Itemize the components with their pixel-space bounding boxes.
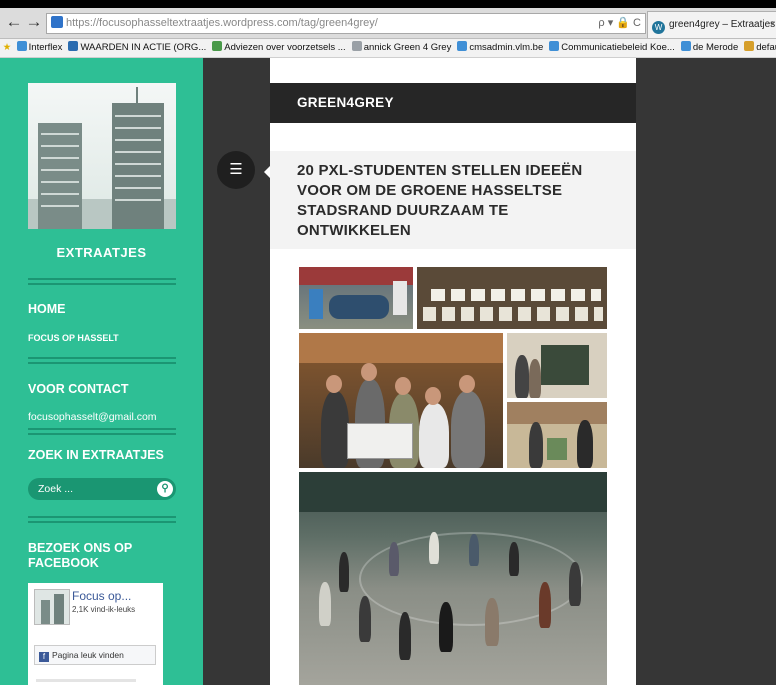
site-title[interactable]: EXTRAATJES [0, 245, 203, 260]
header-image[interactable] [28, 83, 176, 229]
bookmark-favicon-icon [744, 41, 755, 51]
browser-tab[interactable]: Wgreen4grey – Extraatjes × [647, 11, 776, 38]
address-row: ← → https://focusophasseltextraatjes.wor… [0, 8, 776, 39]
bookmark-favicon-icon [68, 41, 79, 51]
bookmark-favicon-icon [549, 41, 560, 51]
menu-item-focus-op-hasselt[interactable]: FOCUS OP HASSELT [28, 333, 119, 343]
url-host: https://focusophasseltextraatjes.wordpre… [66, 17, 298, 29]
contact-heading: VOOR CONTACT [28, 382, 129, 396]
facebook-likes: 2,1K vind-ik-leuks [72, 605, 136, 614]
antenna [136, 87, 138, 103]
search-icon[interactable]: ⚲ [157, 481, 173, 497]
bookmark-favicon-icon [457, 41, 468, 51]
star-icon[interactable]: ★ [0, 39, 14, 57]
bookmark-label: default [756, 42, 776, 53]
gallery-photo-6[interactable] [299, 472, 607, 685]
window-titlebar [0, 0, 776, 8]
menu-item-home[interactable]: HOME [28, 302, 188, 316]
gallery-photo-4[interactable] [507, 333, 607, 398]
address-bar[interactable]: https://focusophasseltextraatjes.wordpre… [46, 13, 646, 34]
contact-email[interactable]: focusophasselt@gmail.com [28, 411, 157, 423]
bookmark-item[interactable]: WAARDEN IN ACTIE (ORG... [68, 39, 206, 57]
search-heading: ZOEK IN EXTRAATJES [28, 448, 164, 462]
bookmark-label: Adviezen over voorzetsels ... [224, 42, 346, 53]
address-tools[interactable]: ρ ▾ 🔒 C [598, 14, 641, 33]
bookmark-label: WAARDEN IN ACTIE (ORG... [80, 42, 207, 53]
url-path: /tag/green4grey/ [297, 17, 378, 29]
facebook-icon: f [39, 652, 49, 662]
facebook-page-thumbnail[interactable] [34, 589, 70, 625]
archive-header: GREEN4GREY [270, 83, 636, 123]
archive-title: GREEN4GREY [297, 95, 394, 110]
facebook-page-name[interactable]: Focus op... [72, 589, 131, 603]
gallery-photo-5[interactable] [507, 402, 607, 468]
tab-title: green4grey – Extraatjes [669, 19, 776, 30]
post-header: 20 PXL-STUDENTEN STELLEN IDEEËN VOOR OM … [270, 151, 636, 249]
bookmark-favicon-icon [351, 41, 362, 51]
right-dark-band [636, 58, 776, 685]
tab-close-icon[interactable]: × [770, 12, 776, 37]
gallery-photo-1[interactable] [299, 267, 413, 329]
bookmark-item[interactable]: cmsadmin.vlm.be [457, 39, 543, 57]
bookmark-item[interactable]: annick Green 4 Grey [351, 39, 452, 57]
site-favicon-icon [51, 16, 63, 28]
bookmark-label: de Merode [692, 42, 739, 53]
bookmark-label: Interflex [28, 42, 63, 53]
facebook-like-label: Pagina leuk vinden [52, 650, 124, 660]
bookmark-item[interactable]: Communicatiebeleid Koe... [549, 39, 675, 57]
facebook-heading: BEZOEK ONS OP FACEBOOK [28, 541, 132, 570]
bookmark-item[interactable]: default [744, 39, 776, 57]
search-field[interactable]: Zoek ... ⚲ [28, 478, 176, 500]
tower-left [38, 123, 82, 229]
bookmark-favicon-icon [680, 41, 691, 51]
bookmark-favicon-icon [212, 41, 223, 51]
bookmark-label: Communicatiebeleid Koe... [561, 42, 675, 53]
main-content: GREEN4GREY 20 PXL-STUDENTEN STELLEN IDEE… [270, 58, 636, 685]
bookmark-item[interactable]: de Merode [680, 39, 739, 57]
search-input[interactable]: Zoek ... [38, 478, 73, 500]
bookmarks-bar: ★ Interflex WAARDEN IN ACTIE (ORG... Advie… [0, 39, 776, 58]
facebook-widget: Focus op... 2,1K vind-ik-leuks f Pagina l… [28, 583, 163, 685]
back-button[interactable]: ← [4, 12, 24, 32]
bookmark-favicon-icon [16, 41, 27, 51]
gallery-photo-3[interactable] [299, 333, 503, 468]
menu-icon[interactable]: ☰ [217, 151, 255, 189]
facebook-feed-line [36, 679, 136, 682]
bookmark-label: cmsadmin.vlm.be [469, 42, 544, 53]
facebook-like-button[interactable]: f Pagina leuk vinden [34, 645, 156, 665]
wordpress-icon: W [652, 21, 665, 34]
bookmark-label: annick Green 4 Grey [363, 42, 452, 53]
web-page: EXTRAATJES HOME FOCUS OP HASSELT VOOR CO… [0, 58, 776, 685]
bookmark-item[interactable]: Adviezen over voorzetsels ... [212, 39, 346, 57]
sidebar: EXTRAATJES HOME FOCUS OP HASSELT VOOR CO… [0, 58, 203, 685]
bookmark-item[interactable]: Interflex [16, 39, 63, 57]
gallery-photo-2[interactable] [417, 267, 607, 329]
post-title[interactable]: 20 PXL-STUDENTEN STELLEN IDEEËN VOOR OM … [297, 161, 607, 241]
forward-button[interactable]: → [24, 12, 44, 32]
tower-right [112, 103, 164, 229]
